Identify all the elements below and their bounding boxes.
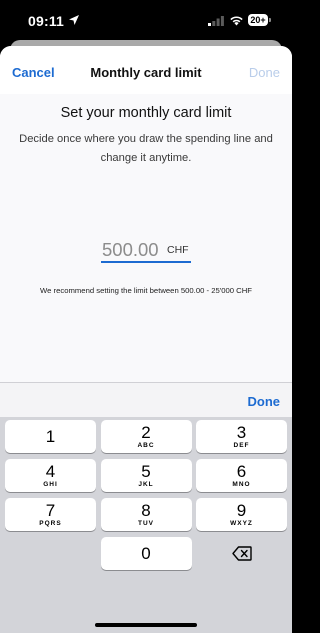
key-5[interactable]: 5 JKL [100,459,192,492]
key-letters: ABC [137,442,155,449]
key-8[interactable]: 8 TUV [100,498,192,531]
limit-recommendation: We recommend setting the limit between 5… [40,286,252,295]
numeric-keyboard: Done 1 2 ABC 3 DEF 4 GHI 5 JKL 6 MNO 7 P… [0,382,292,633]
key-2[interactable]: 2 ABC [100,420,192,453]
done-button[interactable]: Done [249,65,280,80]
home-indicator[interactable] [95,623,197,627]
key-digit: 5 [141,462,151,481]
key-letters: PQRS [39,520,62,527]
key-digit: 8 [141,501,151,520]
status-bar: 09:11 20+ [0,0,292,44]
currency-label: CHF [167,244,189,256]
cellular-signal-icon [208,16,224,26]
key-digit: 2 [141,423,151,442]
key-digit: 4 [45,462,56,481]
form-description: Decide once where you draw the spending … [19,133,273,164]
key-letters: DEF [233,442,250,449]
form-heading: Set your monthly card limit [60,105,232,121]
key-digit: 7 [45,501,56,520]
status-time: 09:11 [28,13,65,29]
key-6[interactable]: 6 MNO [196,459,287,492]
amount-value: 500.00 [102,239,159,260]
key-digit: 3 [236,423,247,442]
key-letters: WXYZ [230,520,253,527]
key-letters: JKL [138,481,154,488]
location-arrow-icon [69,15,79,25]
navigation-bar: Cancel Monthly card limit Done [0,46,292,96]
keyboard-toolbar: Done [0,382,292,417]
key-digit: 1 [45,427,56,446]
key-digit: 9 [236,501,247,520]
key-9[interactable]: 9 WXYZ [196,498,287,531]
key-digit: 6 [236,462,247,481]
battery-tip [269,18,271,22]
backspace-key[interactable] [196,537,287,570]
key-letters: TUV [138,520,154,527]
keyboard-done-button[interactable]: Done [248,394,281,409]
key-7[interactable]: 7 PQRS [5,498,96,531]
key-letters: GHI [43,481,58,488]
wifi-icon [230,16,243,26]
key-1[interactable]: 1 [5,420,96,453]
backspace-icon [232,546,252,561]
key-digit: 0 [141,544,151,563]
key-3[interactable]: 3 DEF [196,420,287,453]
battery-indicator: 20+ [248,14,268,26]
key-0[interactable]: 0 [100,537,192,570]
key-4[interactable]: 4 GHI [5,459,96,492]
amount-field[interactable]: 500.00 CHF [101,239,191,263]
key-letters: MNO [232,481,251,488]
